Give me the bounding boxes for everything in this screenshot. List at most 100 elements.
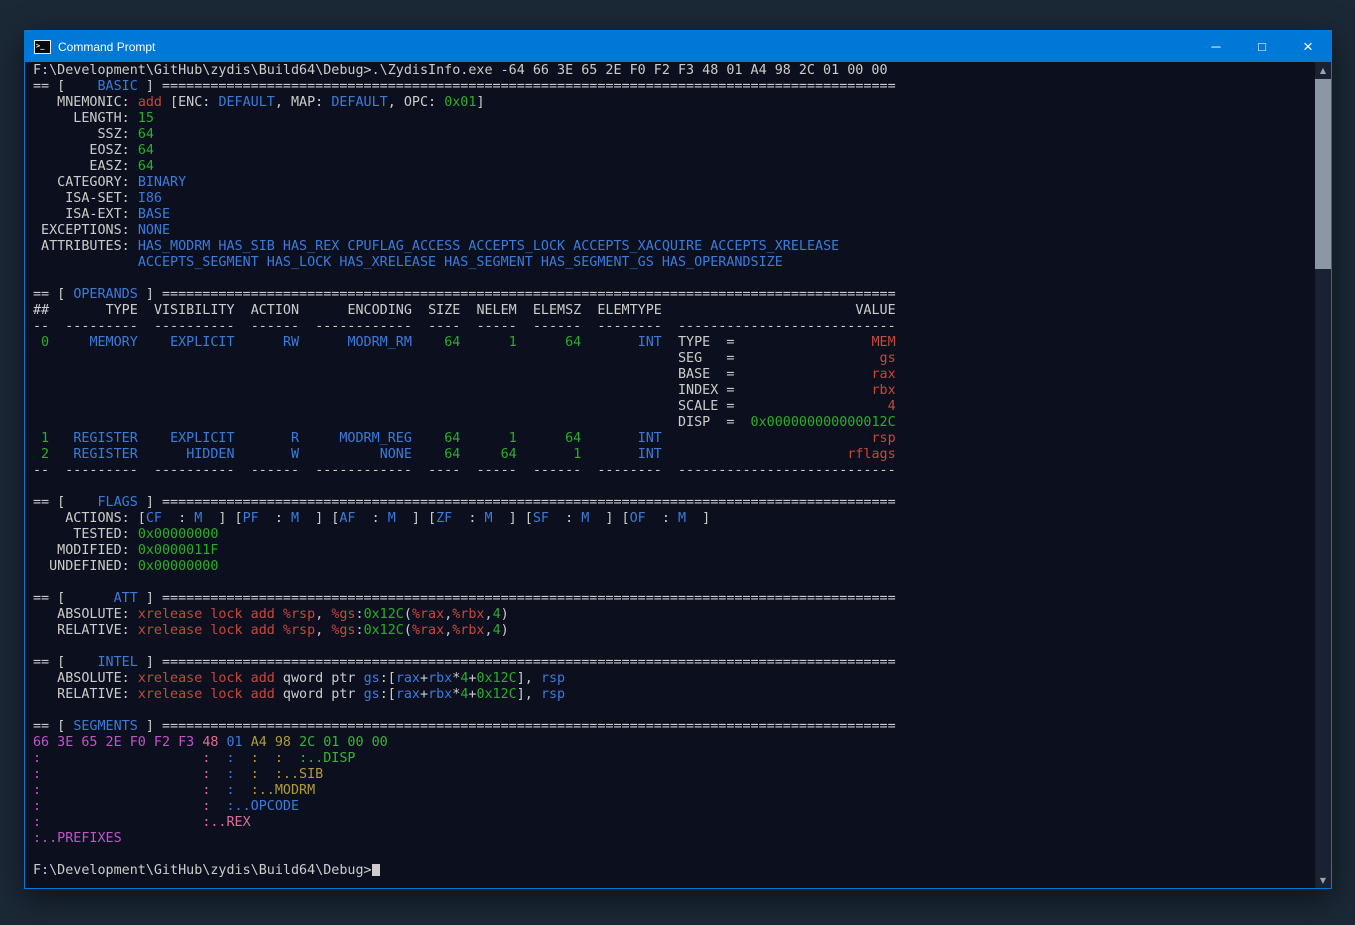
text-run: : (227, 783, 235, 798)
text-run: :..DISP (299, 751, 355, 766)
text-run: rbx (428, 671, 452, 686)
text-run: ---- (428, 319, 460, 334)
text-run: ---------- (154, 319, 235, 334)
text-run: 48 (202, 735, 218, 750)
text-run: OF (630, 511, 646, 526)
text-run: NELEM (476, 303, 516, 318)
text-run: , MAP: (275, 95, 331, 110)
text-run: M (485, 511, 493, 526)
text-run: %gs (331, 623, 355, 638)
console-line: BASE = rax (33, 367, 1313, 383)
text-run: VALUE (855, 303, 895, 318)
console-line: SCALE = 4 (33, 399, 1313, 415)
scrollbar[interactable]: ▲ ▼ (1315, 62, 1331, 888)
text-run: 4 (493, 623, 501, 638)
text-run: :[ (380, 671, 396, 686)
text-run: HAS_MODRM HAS_SIB HAS_REX CPUFLAG_ACCESS… (138, 239, 839, 254)
text-run: 0x12C (476, 687, 516, 702)
text-run: EXCEPTIONS: (33, 223, 138, 238)
text-run: xrelease lock add %rsp (138, 623, 315, 638)
command-prompt-window: >_ Command Prompt ─ □ × F:\Development\G… (24, 30, 1332, 889)
text-run: ACCEPTS_SEGMENT HAS_LOCK HAS_XRELEASE HA… (138, 255, 783, 270)
text-run: AF (339, 511, 355, 526)
text-run: ACTIONS: [ (33, 511, 146, 526)
scroll-thumb[interactable] (1315, 79, 1331, 269)
text-run: %gs (331, 607, 355, 622)
text-run: rax (396, 671, 420, 686)
console-line: ACCEPTS_SEGMENT HAS_LOCK HAS_XRELEASE HA… (33, 255, 1313, 271)
scroll-down-icon: ▼ (1320, 876, 1326, 885)
text-run: 0x0000011F (138, 543, 219, 558)
text-run: ( (404, 607, 412, 622)
text-run: 0x01 (444, 95, 476, 110)
console-line: MODIFIED: 0x0000011F (33, 543, 1313, 559)
console-line: LENGTH: 15 (33, 111, 1313, 127)
text-run: --------- (65, 319, 138, 334)
console-line: :..PREFIXES (33, 831, 1313, 847)
text-run: ------ (251, 463, 299, 478)
text-run: %rax (412, 623, 444, 638)
maximize-icon: □ (1258, 39, 1266, 54)
close-button[interactable]: × (1285, 31, 1331, 62)
text-run: SF (533, 511, 549, 526)
text-run: : (33, 815, 41, 830)
text-run: : (33, 799, 41, 814)
console-line: ISA-EXT: BASE (33, 207, 1313, 223)
text-run: BASE (138, 207, 170, 222)
console-line: : : : : :..SIB (33, 767, 1313, 783)
console[interactable]: F:\Development\GitHub\zydis\Build64\Debu… (25, 62, 1331, 888)
text-run: ========================================… (162, 591, 896, 606)
close-icon: × (1303, 37, 1313, 57)
text-run: MEMORY (89, 335, 137, 350)
text-run: : (202, 751, 210, 766)
console-line (33, 703, 1313, 719)
text-run: RW (283, 335, 299, 350)
scroll-up-icon: ▲ (1320, 66, 1326, 75)
text-run: : (227, 751, 235, 766)
console-line: F:\Development\GitHub\zydis\Build64\Debu… (33, 863, 1313, 879)
text-run: -------- (597, 319, 662, 334)
titlebar[interactable]: >_ Command Prompt ─ □ × (25, 31, 1331, 62)
text-run: 1 (33, 431, 49, 446)
text-run: -------- (597, 463, 662, 478)
scroll-down-button[interactable]: ▼ (1315, 872, 1331, 888)
maximize-button[interactable]: □ (1239, 31, 1285, 62)
console-line: INDEX = rbx (33, 383, 1313, 399)
minimize-button[interactable]: ─ (1193, 31, 1239, 62)
console-line: ATTRIBUTES: HAS_MODRM HAS_SIB HAS_REX CP… (33, 239, 1313, 255)
console-line: ABSOLUTE: xrelease lock add %rsp, %gs:0x… (33, 607, 1313, 623)
text-run: ] (138, 719, 162, 734)
console-line: == [ OPERANDS ] ========================… (33, 287, 1313, 303)
text-run: 2 (33, 447, 49, 462)
text-run: == [ (33, 287, 73, 302)
text-cursor (372, 864, 380, 876)
text-run: ] (686, 511, 710, 526)
text-run: NONE (380, 447, 412, 462)
text-run: --------------------------- (678, 463, 896, 478)
text-run: ========================================… (162, 79, 896, 94)
text-run: ] (476, 95, 484, 110)
text-run: RELATIVE: (33, 623, 138, 638)
text-run: SCALE = (678, 399, 734, 414)
text-run: ELEMTYPE (597, 303, 662, 318)
text-run: 0x12C (364, 623, 404, 638)
text-run: rax (396, 687, 420, 702)
text-run: : (202, 783, 210, 798)
text-run: INT (638, 431, 662, 446)
text-run: : (162, 511, 194, 526)
text-run: UNDEFINED: (33, 559, 138, 574)
text-run: ], (517, 687, 541, 702)
text-run: 1 (573, 447, 581, 462)
text-run: add (138, 95, 162, 110)
window-controls: ─ □ × (1193, 31, 1331, 62)
text-run: MODIFIED: (33, 543, 138, 558)
text-run: TESTED: (33, 527, 138, 542)
text-run: xrelease lock add (138, 671, 275, 686)
scroll-up-button[interactable]: ▲ (1315, 62, 1331, 78)
text-run: : (259, 511, 291, 526)
text-run: ABSOLUTE: (33, 671, 138, 686)
console-line: : : : : : :..DISP (33, 751, 1313, 767)
text-run: MEM (872, 335, 896, 350)
text-run: 15 (138, 111, 154, 126)
console-line: RELATIVE: xrelease lock add %rsp, %gs:0x… (33, 623, 1313, 639)
